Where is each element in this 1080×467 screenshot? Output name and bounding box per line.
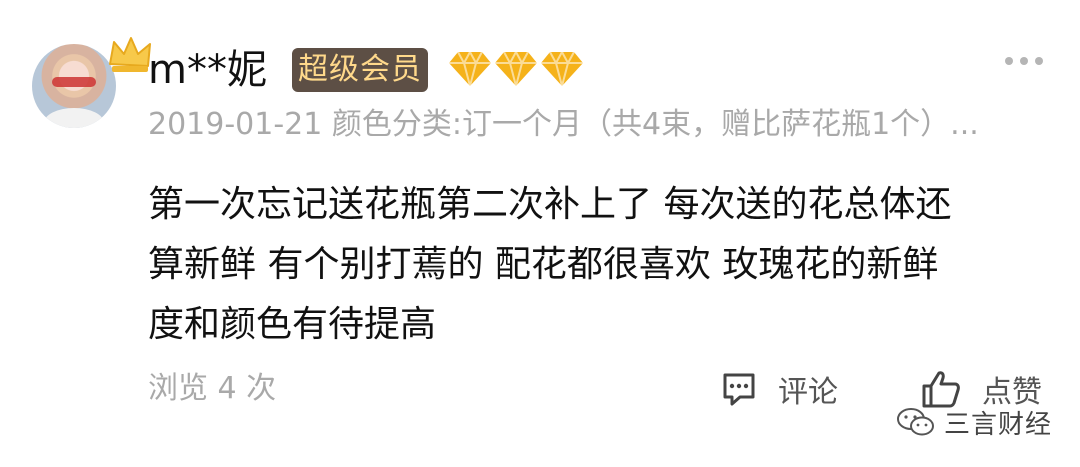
sku-info: 颜色分类:订一个月（共4束，赠比萨花瓶1个）... xyxy=(331,107,979,142)
review-date: 2019-01-21 xyxy=(148,107,323,142)
view-count: 浏览 4 次 xyxy=(148,371,277,406)
member-badge: 超级会员 xyxy=(292,48,428,92)
watermark: 三言财经 xyxy=(896,406,1053,440)
review-content-line: 第一次忘记送花瓶第二次补上了 每次送的花总体还 xyxy=(148,184,952,225)
watermark-text: 三言财经 xyxy=(944,409,1053,440)
more-icon[interactable] xyxy=(1004,56,1044,66)
review-content: 第一次忘记送花瓶第二次补上了 每次送的花总体还 算新鲜 有个别打蔫的 配花都很喜… xyxy=(148,175,1048,355)
gem-icon xyxy=(495,50,537,88)
username[interactable]: m**妮 xyxy=(148,44,267,96)
comment-label: 评论 xyxy=(778,375,838,410)
wechat-icon xyxy=(897,408,934,436)
review-content-line: 算新鲜 有个别打蔫的 配花都很喜欢 玫瑰花的新鲜 xyxy=(148,244,939,285)
comment-button[interactable]: 评论 xyxy=(720,366,838,412)
avatar-area[interactable] xyxy=(32,30,151,130)
review-content-line: 度和颜色有待提高 xyxy=(148,304,437,345)
gem-icon xyxy=(541,50,583,88)
review-meta: 2019-01-21 颜色分类:订一个月（共4束，赠比萨花瓶1个）... xyxy=(148,104,1048,146)
gem-icon xyxy=(449,50,491,88)
comment-icon xyxy=(723,373,755,406)
